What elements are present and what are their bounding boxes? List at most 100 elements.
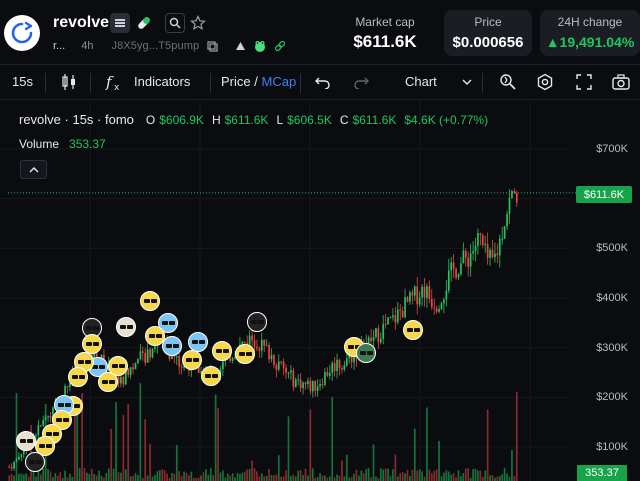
chevron-down-icon[interactable]	[456, 71, 478, 93]
candle-body	[343, 365, 346, 370]
trade-marker-avatar[interactable]	[16, 431, 36, 451]
volume-bar	[501, 474, 504, 481]
volume-bar	[183, 471, 185, 481]
volume-bar	[59, 471, 62, 481]
candle-body	[411, 292, 414, 296]
contract-address[interactable]: J8X5yg...T5pump	[111, 40, 199, 52]
candle-body	[435, 308, 438, 312]
volume-bar	[231, 473, 234, 481]
mcap-toggle[interactable]: MCap	[262, 74, 297, 89]
volume-bar	[236, 472, 239, 481]
volume-bar	[173, 473, 176, 481]
price-chart[interactable]	[0, 101, 640, 481]
dev-hat-icon[interactable]	[233, 39, 247, 53]
pill-icon[interactable]	[134, 13, 154, 33]
trade-marker-avatar[interactable]	[356, 343, 376, 363]
settings-icon[interactable]	[534, 71, 556, 93]
candle-body	[314, 380, 317, 391]
trade-marker-avatar[interactable]	[235, 344, 255, 364]
candle-body	[331, 362, 334, 373]
candle-body	[345, 358, 348, 366]
volume-bar	[382, 469, 385, 481]
trade-marker-avatar[interactable]	[162, 336, 182, 356]
price-mcap-toggle[interactable]: Price / MCap	[221, 74, 296, 89]
volume-bar	[338, 475, 341, 481]
zoom-icon[interactable]	[497, 71, 519, 93]
interval-selector[interactable]: 15s	[12, 74, 33, 89]
trade-marker-avatar[interactable]	[403, 320, 423, 340]
trade-marker-avatar[interactable]	[188, 332, 208, 352]
candle-body	[428, 286, 431, 299]
volume-bar	[214, 394, 217, 481]
volume-bar	[287, 416, 290, 481]
copy-icon[interactable]	[205, 39, 219, 53]
price-label: Price	[474, 15, 502, 29]
candles-icon[interactable]	[58, 71, 80, 93]
volume-bar	[144, 419, 147, 481]
menu-list-icon[interactable]	[110, 13, 130, 33]
candle-body	[367, 337, 370, 344]
collapse-legend-button[interactable]	[20, 160, 47, 179]
volume-bar	[399, 473, 402, 481]
volume-bar	[481, 476, 484, 481]
volume-bar	[358, 475, 360, 481]
candle-body	[324, 372, 326, 385]
volume-bar	[253, 468, 256, 481]
volume-bar	[137, 474, 139, 481]
volume-bar	[392, 469, 394, 481]
indicators-button[interactable]: Indicators	[134, 74, 190, 89]
volume-bar	[260, 473, 263, 481]
volume-bar	[486, 409, 489, 481]
trade-marker-avatar[interactable]	[25, 452, 45, 472]
volume-bar	[127, 403, 130, 481]
volume-bar	[360, 470, 363, 481]
trade-marker-avatar[interactable]	[98, 372, 118, 392]
chart-toolbar: 15s fx Indicators Price / MCap Chart	[0, 64, 640, 100]
candle-body	[321, 383, 324, 385]
trade-marker-avatar[interactable]	[182, 350, 202, 370]
volume-bar	[163, 470, 166, 481]
volume-bar	[491, 474, 494, 481]
function-icon[interactable]: fx	[104, 71, 126, 93]
volume-bar	[416, 470, 419, 481]
trade-marker-avatar[interactable]	[116, 317, 136, 337]
volume-bar	[479, 470, 482, 481]
search-icon[interactable]	[165, 13, 185, 33]
volume-bar	[27, 476, 30, 481]
redo-icon[interactable]	[350, 71, 372, 93]
camera-icon[interactable]	[610, 71, 632, 93]
volume-bar	[100, 475, 103, 481]
trade-marker-avatar[interactable]	[201, 366, 221, 386]
candle-body	[39, 425, 42, 427]
candle-body	[256, 346, 258, 349]
volume-bar	[353, 473, 355, 481]
trade-marker-avatar[interactable]	[68, 367, 88, 387]
link-icon[interactable]	[273, 39, 287, 53]
volume-bar	[513, 475, 516, 481]
volume-bar	[336, 474, 338, 481]
candle-body	[287, 372, 290, 374]
volume-bar	[20, 473, 23, 481]
fullscreen-icon[interactable]	[573, 71, 595, 93]
volume-bar	[333, 477, 336, 481]
candle-body	[450, 262, 453, 271]
chart-type-dropdown[interactable]: Chart	[405, 74, 437, 89]
star-icon[interactable]	[188, 13, 208, 33]
candle-body	[151, 348, 154, 358]
frog-icon[interactable]	[253, 39, 267, 53]
volume-bar	[472, 469, 474, 481]
toolbar-divider	[482, 73, 483, 93]
candlestick-svg[interactable]	[0, 101, 640, 481]
trade-marker-avatar[interactable]	[212, 341, 232, 361]
trade-marker-avatar[interactable]	[82, 334, 102, 354]
trade-marker-avatar[interactable]	[247, 312, 267, 332]
undo-icon[interactable]	[312, 71, 334, 93]
change-value: ▲19,491.04%	[545, 34, 635, 50]
candle-body	[379, 338, 382, 343]
price-toggle[interactable]: Price	[221, 74, 251, 89]
volume-bar	[426, 407, 428, 481]
volume-bar	[88, 474, 91, 481]
volume-bar	[149, 443, 151, 481]
trade-marker-avatar[interactable]	[140, 291, 160, 311]
volume-bar	[39, 474, 42, 481]
